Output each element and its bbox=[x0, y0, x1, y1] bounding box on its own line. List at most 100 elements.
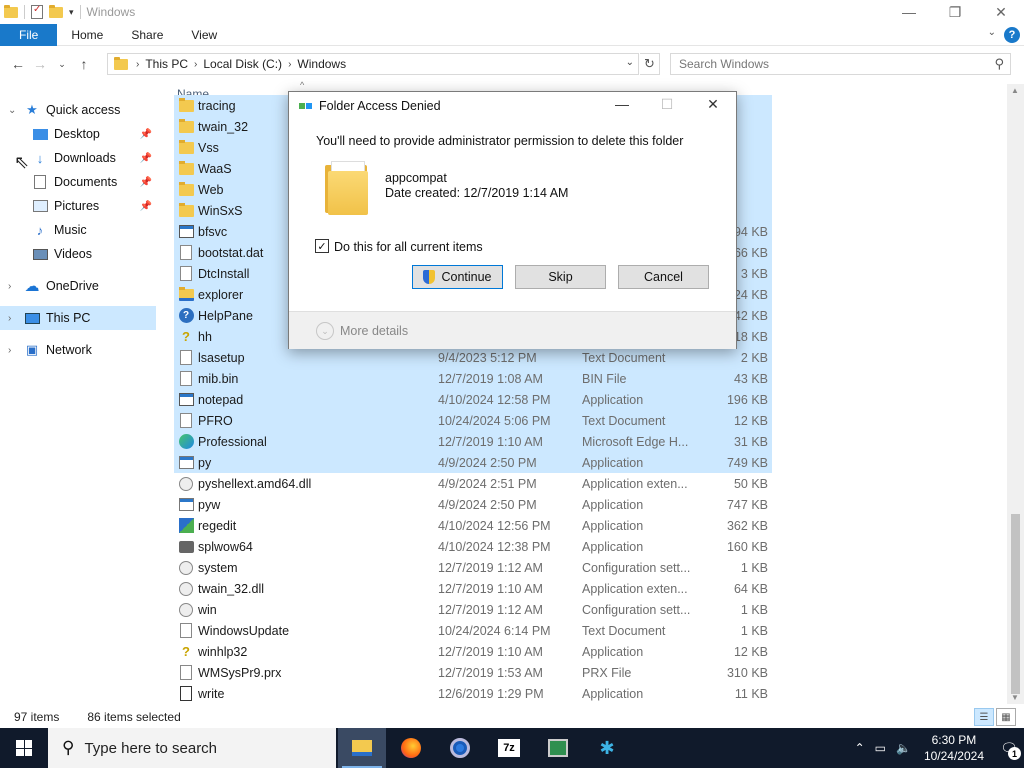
volume-icon[interactable]: 🔈 bbox=[896, 741, 911, 755]
expand-icon[interactable]: › bbox=[8, 313, 11, 324]
help-icon[interactable]: ? bbox=[1004, 27, 1020, 43]
file-row[interactable]: pyshellext.amd64.dll 4/9/2024 2:51 PM Appl… bbox=[174, 473, 772, 494]
tab-share[interactable]: Share bbox=[117, 24, 177, 46]
tab-home[interactable]: Home bbox=[57, 24, 117, 46]
file-row[interactable]: system 12/7/2019 1:12 AM Configuration set… bbox=[174, 557, 772, 578]
clock[interactable]: 6:30 PM 10/24/2024 bbox=[924, 732, 984, 764]
continue-button[interactable]: Continue bbox=[412, 265, 503, 289]
chevron-down-icon[interactable]: ⌄ bbox=[316, 322, 334, 340]
chevron-right-icon[interactable]: › bbox=[194, 59, 197, 70]
file-row[interactable]: pyw 4/9/2024 2:50 PM Application 747 KB bbox=[174, 494, 772, 515]
file-row[interactable]: Professional 12/7/2019 1:10 AM Microsoft E… bbox=[174, 431, 772, 452]
chevron-up-icon[interactable]: ⌃ bbox=[855, 741, 865, 755]
file-row[interactable]: PFRO 10/24/2024 5:06 PM Text Document 12 KB bbox=[174, 410, 772, 431]
network-icon[interactable]: ▭ bbox=[875, 741, 886, 755]
start-button[interactable] bbox=[0, 728, 48, 768]
search-placeholder: Search Windows bbox=[679, 57, 770, 71]
nav-documents[interactable]: Documents 📌 bbox=[0, 170, 156, 194]
cancel-button[interactable]: Cancel bbox=[618, 265, 709, 289]
address-dropdown-icon[interactable]: ⌄ bbox=[626, 57, 634, 68]
scroll-up-icon[interactable]: ▲ bbox=[1011, 86, 1019, 95]
more-details-link[interactable]: More details bbox=[340, 324, 408, 338]
file-row[interactable]: notepad 4/10/2024 12:58 PM Application 196 … bbox=[174, 389, 772, 410]
nav-onedrive[interactable]: › ☁ OneDrive bbox=[0, 274, 156, 298]
scroll-down-icon[interactable]: ▼ bbox=[1011, 693, 1019, 702]
nav-quick-access[interactable]: ⌄ ★ Quick access bbox=[0, 98, 156, 122]
expand-icon[interactable]: › bbox=[8, 281, 11, 292]
nav-network[interactable]: › ▣ Network bbox=[0, 338, 156, 362]
maximize-button[interactable]: ❐ bbox=[932, 0, 978, 24]
customize-toolbar-icon[interactable]: ▾ bbox=[69, 7, 74, 18]
file-row[interactable]: WMSysPr9.prx 12/7/2019 1:53 AM PRX File 310… bbox=[174, 662, 772, 683]
address-bar[interactable]: › This PC › Local Disk (C:) › Windows ⌄ bbox=[107, 53, 639, 75]
nav-music[interactable]: ♪ Music bbox=[0, 218, 156, 242]
taskbar-firefox[interactable] bbox=[387, 728, 435, 768]
tab-view[interactable]: View bbox=[177, 24, 231, 46]
file-row[interactable]: lsasetup 9/4/2023 5:12 PM Text Document 2 K… bbox=[174, 347, 772, 368]
dialog-maximize-button[interactable]: ☐ bbox=[652, 96, 682, 113]
tab-file[interactable]: File bbox=[0, 23, 58, 46]
scrollbar-thumb[interactable] bbox=[1011, 514, 1020, 694]
collapse-icon[interactable]: ⌄ bbox=[8, 105, 16, 116]
file-row[interactable]: twain_32.dll 12/7/2019 1:10 AM Application… bbox=[174, 578, 772, 599]
breadcrumb-windows[interactable]: Windows bbox=[297, 57, 346, 71]
file-type: Application bbox=[582, 644, 644, 659]
file-name: twain_32.dll bbox=[198, 581, 265, 596]
file-row[interactable]: write 12/6/2019 1:29 PM Application 11 KB bbox=[174, 683, 772, 704]
doc-icon bbox=[178, 266, 194, 282]
nav-desktop[interactable]: Desktop 📌 bbox=[0, 122, 156, 146]
doc-icon bbox=[178, 245, 194, 261]
skip-button[interactable]: Skip bbox=[515, 265, 606, 289]
chevron-right-icon[interactable]: › bbox=[136, 59, 139, 70]
file-type: Text Document bbox=[582, 350, 666, 365]
nav-this-pc[interactable]: › This PC bbox=[0, 306, 156, 330]
file-size: 66 KB bbox=[733, 245, 768, 260]
taskbar-file-explorer[interactable] bbox=[338, 728, 386, 768]
recent-locations-icon[interactable]: ⌄ bbox=[51, 59, 73, 70]
taskbar-chrome[interactable] bbox=[436, 728, 484, 768]
chevron-right-icon[interactable]: › bbox=[288, 59, 291, 70]
dialog-close-button[interactable]: ✕ bbox=[698, 96, 728, 113]
minimize-button[interactable]: — bbox=[886, 0, 932, 24]
file-type: Text Document bbox=[582, 623, 666, 638]
large-icons-view-icon[interactable]: ▦ bbox=[996, 708, 1016, 726]
nav-videos[interactable]: Videos bbox=[0, 242, 156, 266]
file-row[interactable]: splwow64 4/10/2024 12:38 PM Application 160… bbox=[174, 536, 772, 557]
forward-icon[interactable]: → bbox=[29, 56, 51, 72]
status-bar: 97 items 86 items selected ☰ ▦ bbox=[0, 706, 1024, 728]
apply-all-checkbox[interactable]: ✓ bbox=[315, 239, 329, 253]
file-name: lsasetup bbox=[198, 350, 245, 365]
taskbar-task-manager[interactable] bbox=[534, 728, 582, 768]
file-row[interactable]: ? winhlp32 12/7/2019 1:10 AM Application 12 … bbox=[174, 641, 772, 662]
back-icon[interactable]: ← bbox=[7, 56, 29, 72]
refresh-button[interactable]: ↻ bbox=[640, 53, 660, 75]
up-icon[interactable]: ↑ bbox=[73, 56, 95, 72]
file-row[interactable]: regedit 4/10/2024 12:56 PM Application 362 … bbox=[174, 515, 772, 536]
expand-ribbon-icon[interactable]: ⌄ bbox=[988, 27, 996, 38]
apply-all-label[interactable]: Do this for all current items bbox=[334, 240, 483, 254]
properties-icon[interactable] bbox=[31, 4, 43, 19]
file-row[interactable]: mib.bin 12/7/2019 1:08 AM BIN File 43 KB bbox=[174, 368, 772, 389]
file-row[interactable]: py 4/9/2024 2:50 PM Application 749 KB bbox=[174, 452, 772, 473]
file-row[interactable]: WindowsUpdate 10/24/2024 6:14 PM Text Docu… bbox=[174, 620, 772, 641]
regedit-icon bbox=[178, 518, 194, 534]
nav-pictures[interactable]: Pictures 📌 bbox=[0, 194, 156, 218]
expand-icon[interactable]: › bbox=[8, 345, 11, 356]
breadcrumb-local-disk[interactable]: Local Disk (C:) bbox=[203, 57, 282, 71]
file-date: 12/7/2019 1:12 AM bbox=[438, 602, 543, 617]
search-input[interactable]: Search Windows ⚲ bbox=[670, 53, 1011, 75]
nav-label: Music bbox=[54, 223, 87, 237]
close-button[interactable]: ✕ bbox=[978, 0, 1024, 24]
taskbar-app[interactable]: ✱ bbox=[583, 728, 631, 768]
file-date: 4/10/2024 12:58 PM bbox=[438, 392, 551, 407]
breadcrumb-this-pc[interactable]: This PC bbox=[145, 57, 188, 71]
taskbar-7zip[interactable]: 7z bbox=[485, 728, 533, 768]
dialog-minimize-button[interactable]: — bbox=[607, 96, 637, 112]
new-folder-icon[interactable] bbox=[49, 4, 63, 18]
details-view-icon[interactable]: ☰ bbox=[974, 708, 994, 726]
notifications-icon[interactable]: 🗨 1 bbox=[994, 728, 1024, 768]
taskbar-search-box[interactable]: ⚲ Type here to search bbox=[48, 728, 336, 768]
vertical-scrollbar[interactable]: ▲ ▼ bbox=[1007, 84, 1024, 704]
file-row[interactable]: win 12/7/2019 1:12 AM Configuration sett..… bbox=[174, 599, 772, 620]
file-name: winhlp32 bbox=[198, 644, 248, 659]
